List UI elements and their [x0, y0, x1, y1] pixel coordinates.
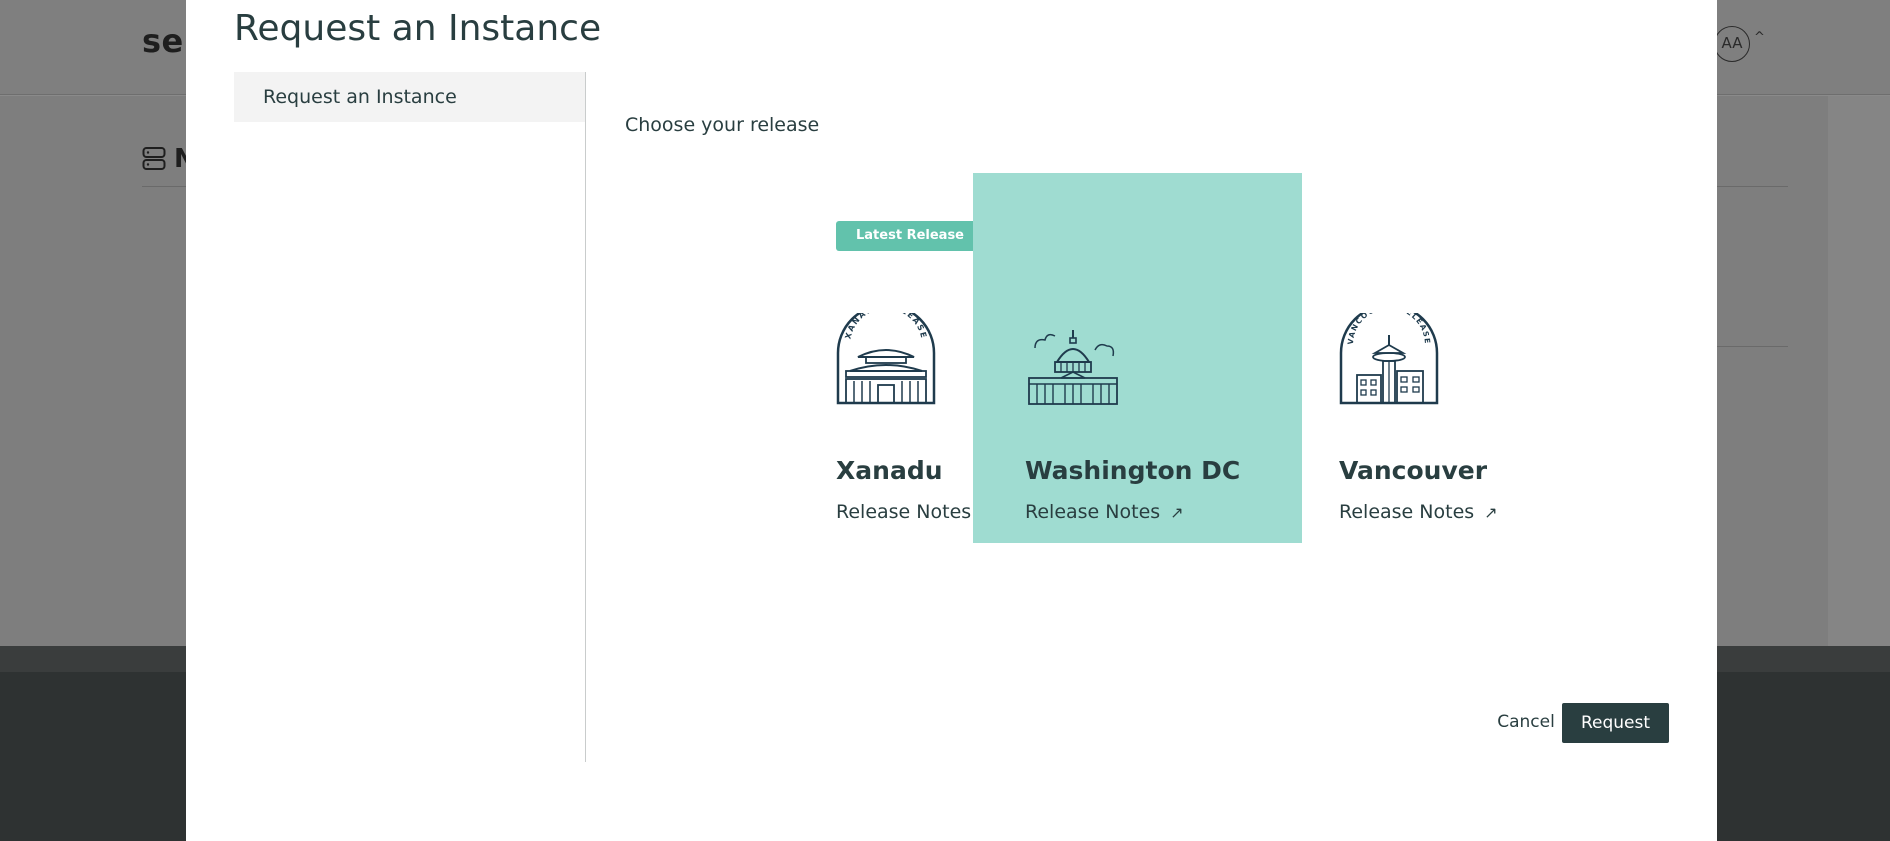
latest-release-badge: Latest Release	[836, 221, 984, 251]
release-card-vancouver[interactable]: VANCOUVER RELEASE Vancouver Release Note…	[1321, 173, 1650, 543]
release-notes-label: Release Notes	[1025, 501, 1161, 523]
modal-nav: Request an Instance	[234, 72, 586, 762]
external-link-icon: ↗	[1170, 503, 1184, 522]
server-icon	[142, 147, 166, 170]
chevron-up-icon: ^	[1754, 30, 1765, 45]
external-link-icon: ↗	[1484, 503, 1498, 522]
svg-text:XANADU RELEASE: XANADU RELEASE	[843, 313, 928, 340]
release-name: Washington DC	[1025, 456, 1241, 485]
avatar: AA	[1714, 26, 1750, 62]
background-side-panel	[1828, 96, 1890, 646]
washington-capitol-icon	[1028, 330, 1118, 405]
nav-item-request-instance[interactable]: Request an Instance	[234, 72, 585, 122]
request-button[interactable]: Request	[1562, 703, 1669, 743]
release-notes-link[interactable]: Release Notes ↗	[1339, 501, 1498, 523]
vancouver-emblem-icon: VANCOUVER RELEASE	[1339, 313, 1439, 405]
release-notes-link[interactable]: Release Notes↗	[836, 501, 995, 523]
release-notes-label: Release Notes	[1339, 501, 1475, 523]
xanadu-emblem-icon: XANADU RELEASE	[836, 313, 936, 405]
release-notes-label: Release Notes	[836, 501, 972, 523]
release-name: Xanadu	[836, 456, 943, 485]
release-notes-link[interactable]: Release Notes ↗	[1025, 501, 1184, 523]
release-name: Vancouver	[1339, 456, 1488, 485]
request-instance-modal: Request an Instance Request an Instance …	[186, 0, 1717, 841]
modal-title: Request an Instance	[234, 8, 602, 49]
cancel-button[interactable]: Cancel	[1476, 702, 1576, 742]
release-card-washington-dc[interactable]: Washington DC Release Notes ↗	[973, 173, 1302, 543]
section-label: Choose your release	[625, 114, 820, 136]
